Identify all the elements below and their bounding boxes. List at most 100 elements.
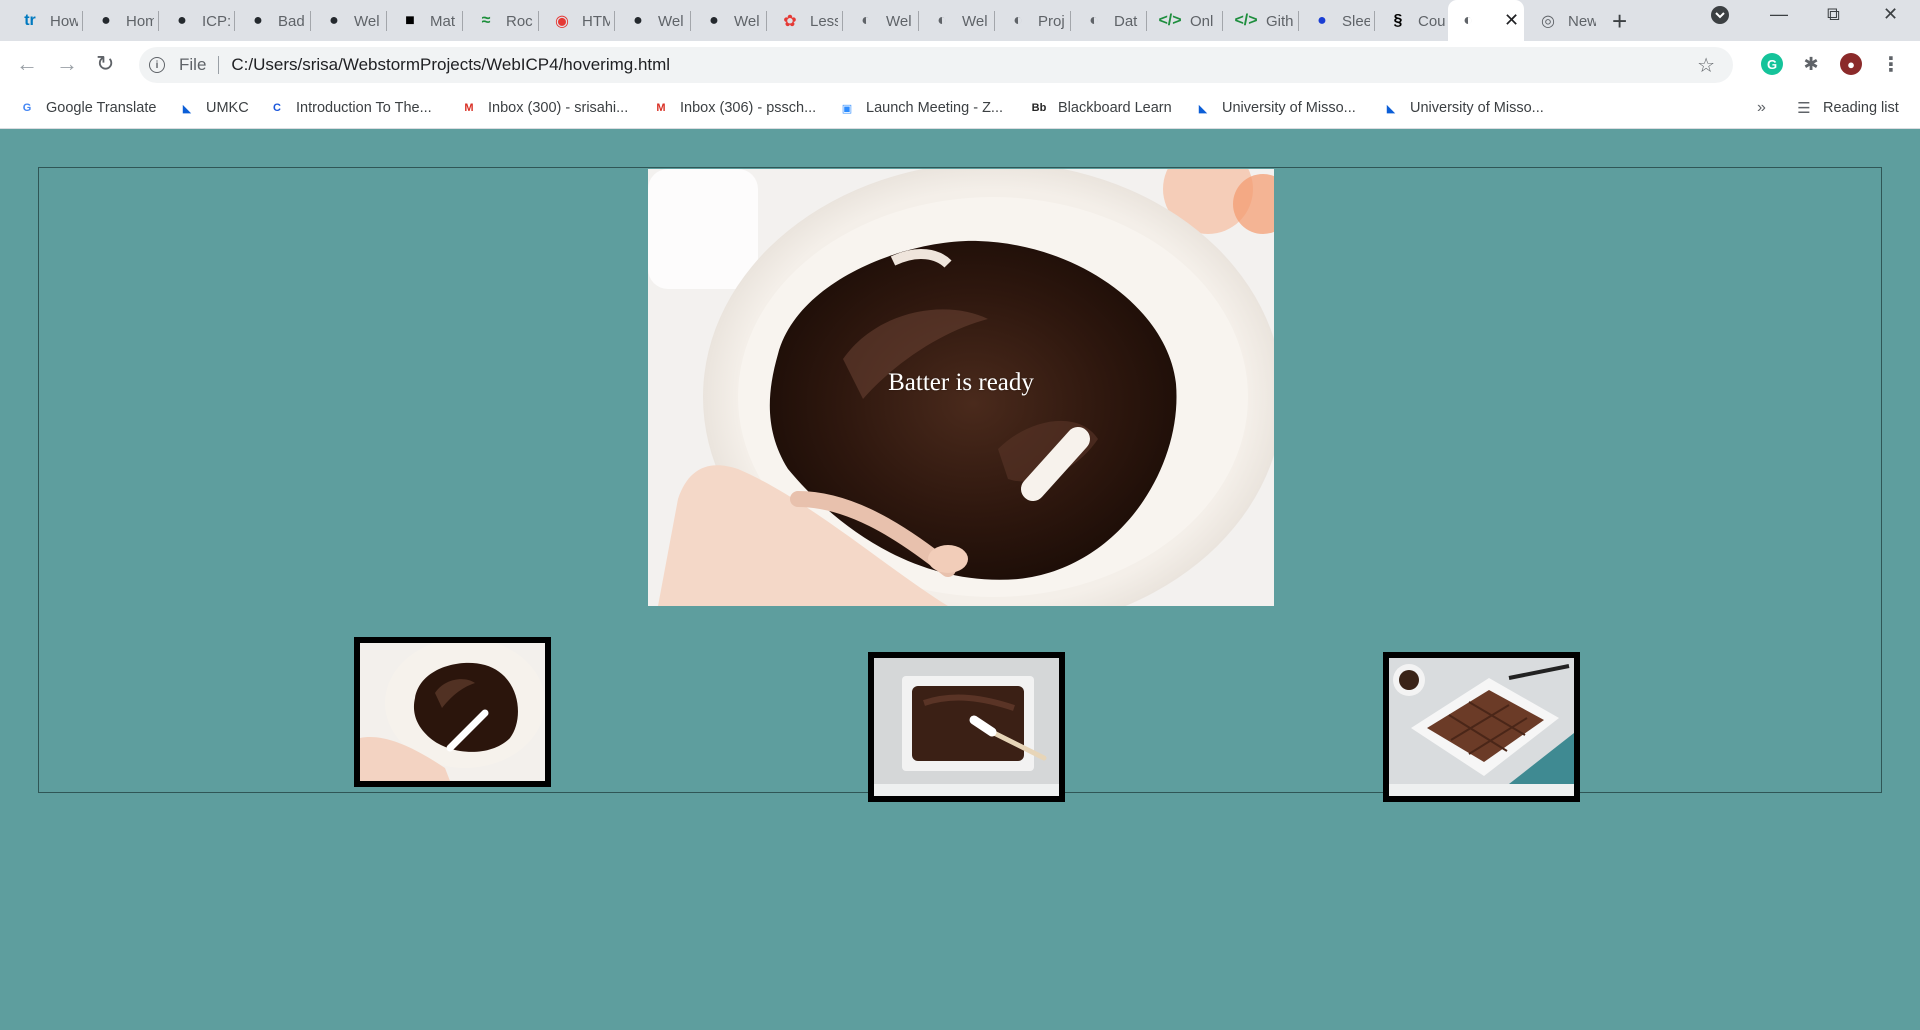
github-icon: ● xyxy=(709,12,719,29)
new-tab-button[interactable]: + xyxy=(1612,6,1627,37)
bookmark-label: Inbox (300) - srisahi... xyxy=(488,100,629,116)
tab-separator xyxy=(918,11,919,31)
main-image-caption: Batter is ready xyxy=(888,369,1034,396)
umkc-icon: ◣ xyxy=(1198,102,1208,115)
bookmarks-bar: G Google Translate ◣ UMKC C Introduction To T… xyxy=(0,88,1920,129)
tab-title: Roc xyxy=(506,12,533,30)
code-icon: </> xyxy=(1234,12,1258,29)
tab-18[interactable]: § Cou xyxy=(1378,4,1446,38)
tab-13[interactable]: ◐ Proj xyxy=(998,4,1066,38)
bookmark-6[interactable]: Bb Blackboard Learn xyxy=(1030,97,1172,119)
tab-title: Dat xyxy=(1114,12,1138,30)
tab-0[interactable]: tr How xyxy=(10,4,78,38)
tab-separator xyxy=(462,11,463,31)
close-window-icon[interactable]: ✕ xyxy=(1883,4,1898,25)
tab-15[interactable]: </> Onl xyxy=(1150,4,1218,38)
bookmark-star-icon[interactable]: ☆ xyxy=(1697,53,1715,78)
thumbnail-batter-bowl-image xyxy=(360,643,545,781)
bookmark-2[interactable]: C Introduction To The... xyxy=(268,97,432,119)
menu-icon[interactable]: ⋮ xyxy=(1880,53,1902,76)
main-image: Batter is ready xyxy=(648,169,1274,606)
tab-separator xyxy=(690,11,691,31)
tab-title: Wel xyxy=(658,12,684,30)
tab-separator xyxy=(766,11,767,31)
site-info-icon[interactable]: i xyxy=(149,57,165,73)
bookmark-5[interactable]: ▣ Launch Meeting - Z... xyxy=(838,97,1003,119)
tab-10[interactable]: ✿ Less xyxy=(770,4,838,38)
gmail-icon: M xyxy=(464,102,474,114)
chrome-icon: ◎ xyxy=(1541,13,1555,30)
tab-separator xyxy=(310,11,311,31)
thumbnail-batter-pan[interactable] xyxy=(868,652,1065,802)
browser-chrome: tr How ● Hom ● ICP: ● Bad ● Wel ■ Mat ≈ Roc ◉ HTM ● Wel ● W… xyxy=(0,0,1920,129)
tab-11[interactable]: ◐ Wel xyxy=(846,4,914,38)
globe-icon: ◐ xyxy=(1013,12,1023,29)
tab-6[interactable]: ≈ Roc xyxy=(466,4,534,38)
bookmark-label: University of Misso... xyxy=(1222,100,1356,116)
bookmark-3[interactable]: M Inbox (300) - srisahi... xyxy=(460,97,628,119)
tab-12[interactable]: ◐ Wel xyxy=(922,4,990,38)
gmail-icon: M xyxy=(656,102,666,114)
address-scheme: File xyxy=(179,55,207,74)
tab-title: How xyxy=(50,12,78,30)
tab-title: Mat xyxy=(430,12,456,30)
bookmarks-overflow-button[interactable]: » xyxy=(1757,97,1766,119)
tab-4[interactable]: ● Wel xyxy=(314,4,382,38)
tab-separator xyxy=(234,11,235,31)
forward-icon[interactable]: → xyxy=(56,51,78,77)
tab-8[interactable]: ● Wel xyxy=(618,4,686,38)
tab-7[interactable]: ◉ HTM xyxy=(542,4,610,38)
tab-search-icon[interactable] xyxy=(1710,5,1730,30)
github-icon: ● xyxy=(633,12,643,29)
circle-icon: ● xyxy=(1317,12,1327,29)
tab-1[interactable]: ● Hom xyxy=(86,4,154,38)
tab-separator xyxy=(1374,11,1375,31)
thumbnail-baked-brownies-image xyxy=(1389,658,1574,784)
minimize-icon[interactable]: — xyxy=(1770,4,1788,25)
tab-2[interactable]: ● ICP: xyxy=(162,4,230,38)
extensions-icon[interactable]: ✱ xyxy=(1800,53,1822,75)
tab-title: Wel xyxy=(962,12,988,30)
avatar[interactable]: ● xyxy=(1840,53,1862,75)
tab-separator xyxy=(1146,11,1147,31)
tab-20[interactable]: ◎ New xyxy=(1528,4,1596,38)
bookmark-label: Introduction To The... xyxy=(296,100,432,116)
close-tab-icon[interactable]: ✕ xyxy=(1504,10,1519,31)
lesson-icon: ✿ xyxy=(783,13,797,30)
thumbnail-batter-bowl[interactable] xyxy=(354,637,551,787)
address-url[interactable]: C:/Users/srisa/WebstormProjects/WebICP4/… xyxy=(231,55,670,75)
tab-5[interactable]: ■ Mat xyxy=(390,4,458,38)
grammarly-icon[interactable]: G xyxy=(1761,53,1783,75)
c-icon: C xyxy=(273,102,281,114)
reading-list-button[interactable]: ☰ Reading list xyxy=(1795,97,1899,119)
tab-14[interactable]: ◐ Dat xyxy=(1074,4,1142,38)
back-icon[interactable]: ← xyxy=(16,51,38,77)
mat-icon: ■ xyxy=(405,12,415,29)
bookmark-8[interactable]: ◣ University of Misso... xyxy=(1382,97,1544,119)
tab-17[interactable]: ● Slee xyxy=(1302,4,1370,38)
tab-separator xyxy=(1298,11,1299,31)
tab-title: Onl xyxy=(1190,12,1214,30)
bookmark-label: Google Translate xyxy=(46,100,157,116)
tab-title: Bad xyxy=(278,12,305,30)
bookmark-7[interactable]: ◣ University of Misso... xyxy=(1194,97,1356,119)
tab-3[interactable]: ● Bad xyxy=(238,4,306,38)
tab-separator xyxy=(158,11,159,31)
address-bar[interactable]: i File C:/Users/srisa/WebstormProjects/W… xyxy=(139,47,1733,83)
zoom-icon: ▣ xyxy=(841,102,853,115)
bookmark-0[interactable]: G Google Translate xyxy=(18,97,157,119)
tab-19[interactable]: ◐ ✕ xyxy=(1448,0,1524,41)
tab-title: Hom xyxy=(126,12,154,30)
address-divider xyxy=(218,56,220,74)
bookmark-1[interactable]: ◣ UMKC xyxy=(178,97,249,119)
reload-icon[interactable]: ↻ xyxy=(96,51,114,77)
tab-9[interactable]: ● Wel xyxy=(694,4,762,38)
tab-title: Cou xyxy=(1418,12,1446,30)
thumbnail-baked-brownies[interactable] xyxy=(1383,652,1580,802)
tab-16[interactable]: </> Gith xyxy=(1226,4,1294,38)
bookmark-4[interactable]: M Inbox (306) - pssch... xyxy=(652,97,816,119)
tab-separator xyxy=(842,11,843,31)
github-icon: ● xyxy=(253,12,263,29)
github-icon: ● xyxy=(329,12,339,29)
restore-icon[interactable]: ⧉ xyxy=(1827,4,1840,25)
